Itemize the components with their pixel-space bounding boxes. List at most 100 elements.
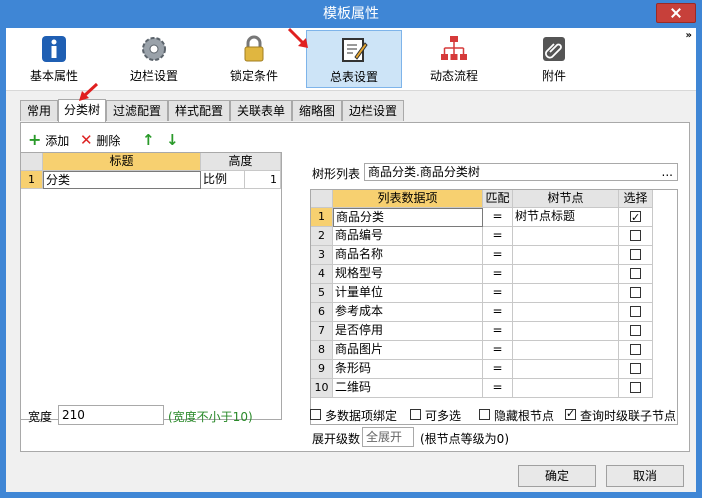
- match-cell[interactable]: =: [483, 360, 513, 379]
- tree-node-cell[interactable]: [513, 322, 619, 341]
- row-number: 4: [311, 265, 333, 284]
- dialog-window: 模板属性 基本属性 边栏设置 锁定条件 总表设置 动态流程 附件 » 常用 分类…: [0, 0, 702, 498]
- move-up-button[interactable]: ↑: [142, 132, 155, 148]
- data-item-cell[interactable]: 商品图片: [333, 341, 483, 360]
- tree-node-cell[interactable]: [513, 284, 619, 303]
- grid-corner: [311, 190, 333, 208]
- tab-filter[interactable]: 过滤配置: [106, 100, 168, 121]
- toolbar-item-summary[interactable]: 总表设置: [306, 30, 402, 88]
- data-item-cell[interactable]: 规格型号: [333, 265, 483, 284]
- data-item-cell[interactable]: 是否停用: [333, 322, 483, 341]
- cancel-button[interactable]: 取消: [606, 465, 684, 487]
- toolbar-item-sidebar[interactable]: 边栏设置: [106, 30, 202, 88]
- row-number: 3: [311, 246, 333, 265]
- toolbar-label: 动态流程: [429, 69, 478, 83]
- tree-node-cell[interactable]: [513, 265, 619, 284]
- ok-button[interactable]: 确定: [518, 465, 596, 487]
- title-cell[interactable]: 分类: [43, 171, 201, 189]
- select-cell: [619, 303, 653, 322]
- plus-icon: +: [28, 130, 42, 149]
- option-checkbox[interactable]: [565, 407, 576, 420]
- select-checkbox[interactable]: [630, 209, 641, 226]
- select-checkbox[interactable]: [630, 306, 641, 317]
- data-item-cell[interactable]: 商品分类: [333, 208, 483, 227]
- select-checkbox[interactable]: [630, 382, 641, 393]
- add-button[interactable]: + 添加: [28, 130, 70, 149]
- tree-node-cell[interactable]: [513, 379, 619, 398]
- tab-sidebar[interactable]: 边栏设置: [342, 100, 404, 121]
- row-number: 2: [311, 227, 333, 246]
- select-checkbox[interactable]: [630, 344, 641, 355]
- row-number: 5: [311, 284, 333, 303]
- option-checkbox[interactable]: [479, 409, 490, 420]
- close-button[interactable]: [656, 3, 696, 23]
- tree-node-cell[interactable]: 树节点标题: [513, 208, 619, 227]
- select-cell: [619, 208, 653, 227]
- column-header-tree-node[interactable]: 树节点: [513, 190, 619, 208]
- tab-style[interactable]: 样式配置: [168, 100, 230, 121]
- red-arrow-icon: [287, 27, 308, 48]
- match-cell[interactable]: =: [483, 208, 513, 227]
- column-header-title[interactable]: 标题: [43, 153, 201, 171]
- add-label: 添加: [45, 134, 70, 148]
- tree-node-cell[interactable]: [513, 227, 619, 246]
- row-number: 7: [311, 322, 333, 341]
- match-cell[interactable]: =: [483, 227, 513, 246]
- tab-common[interactable]: 常用: [20, 100, 58, 121]
- column-header-match[interactable]: 匹配: [483, 190, 513, 208]
- select-cell: [619, 360, 653, 379]
- tree-list-label: 树形列表: [312, 167, 361, 181]
- height-unit-cell[interactable]: 比例: [201, 171, 245, 189]
- tree-list-input[interactable]: 商品分类.商品分类树 ...: [364, 163, 678, 181]
- select-checkbox[interactable]: [630, 325, 641, 336]
- toolbar-item-flow[interactable]: 动态流程: [406, 30, 502, 88]
- option-label: 查询时级联子节点: [580, 409, 677, 423]
- tree-node-cell[interactable]: [513, 303, 619, 322]
- match-cell[interactable]: =: [483, 303, 513, 322]
- browse-button[interactable]: ...: [662, 164, 673, 180]
- delete-button[interactable]: ✕ 删除: [80, 132, 120, 148]
- match-cell[interactable]: =: [483, 284, 513, 303]
- delete-label: 删除: [96, 134, 121, 148]
- tree-node-cell[interactable]: [513, 360, 619, 379]
- select-checkbox[interactable]: [630, 249, 641, 260]
- match-cell[interactable]: =: [483, 246, 513, 265]
- row-number: 10: [311, 379, 333, 398]
- data-item-cell[interactable]: 二维码: [333, 379, 483, 398]
- height-value-cell[interactable]: 1: [245, 171, 281, 189]
- data-item-cell[interactable]: 商品编号: [333, 227, 483, 246]
- move-down-button[interactable]: ↓: [166, 132, 179, 148]
- dialog-client: 基本属性 边栏设置 锁定条件 总表设置 动态流程 附件 » 常用 分类树 过滤配…: [6, 27, 696, 492]
- gear-icon: [142, 37, 166, 61]
- select-checkbox[interactable]: [630, 363, 641, 374]
- tree-node-cell[interactable]: [513, 341, 619, 360]
- expand-level-label: 展开级数: [312, 432, 361, 446]
- match-cell[interactable]: =: [483, 379, 513, 398]
- match-cell[interactable]: =: [483, 341, 513, 360]
- select-checkbox[interactable]: [630, 287, 641, 298]
- mapping-grid: 列表数据项 匹配 树节点 选择 1商品分类=树节点标题2商品编号=3商品名称=4…: [310, 189, 678, 425]
- width-input[interactable]: 210: [58, 405, 164, 425]
- tab-thumbnail[interactable]: 缩略图: [292, 100, 342, 121]
- toolbar-item-attachment[interactable]: 附件: [506, 30, 602, 88]
- match-cell[interactable]: =: [483, 322, 513, 341]
- toolbar-item-basic[interactable]: 基本属性: [6, 30, 102, 88]
- match-cell[interactable]: =: [483, 265, 513, 284]
- data-item-cell[interactable]: 计量单位: [333, 284, 483, 303]
- expand-level-input[interactable]: 全展开: [362, 427, 414, 447]
- tab-related-form[interactable]: 关联表单: [230, 100, 292, 121]
- more-chevron-icon[interactable]: »: [686, 30, 692, 41]
- column-header-select[interactable]: 选择: [619, 190, 653, 208]
- option-checkbox[interactable]: [410, 409, 421, 420]
- data-item-cell[interactable]: 商品名称: [333, 246, 483, 265]
- select-cell: [619, 246, 653, 265]
- data-item-cell[interactable]: 条形码: [333, 360, 483, 379]
- data-item-cell[interactable]: 参考成本: [333, 303, 483, 322]
- select-checkbox[interactable]: [630, 268, 641, 279]
- option-checkbox[interactable]: [310, 409, 321, 420]
- column-header-height[interactable]: 高度: [201, 153, 281, 171]
- tree-node-cell[interactable]: [513, 246, 619, 265]
- select-cell: [619, 379, 653, 398]
- select-checkbox[interactable]: [630, 230, 641, 241]
- column-header-data-item[interactable]: 列表数据项: [333, 190, 483, 208]
